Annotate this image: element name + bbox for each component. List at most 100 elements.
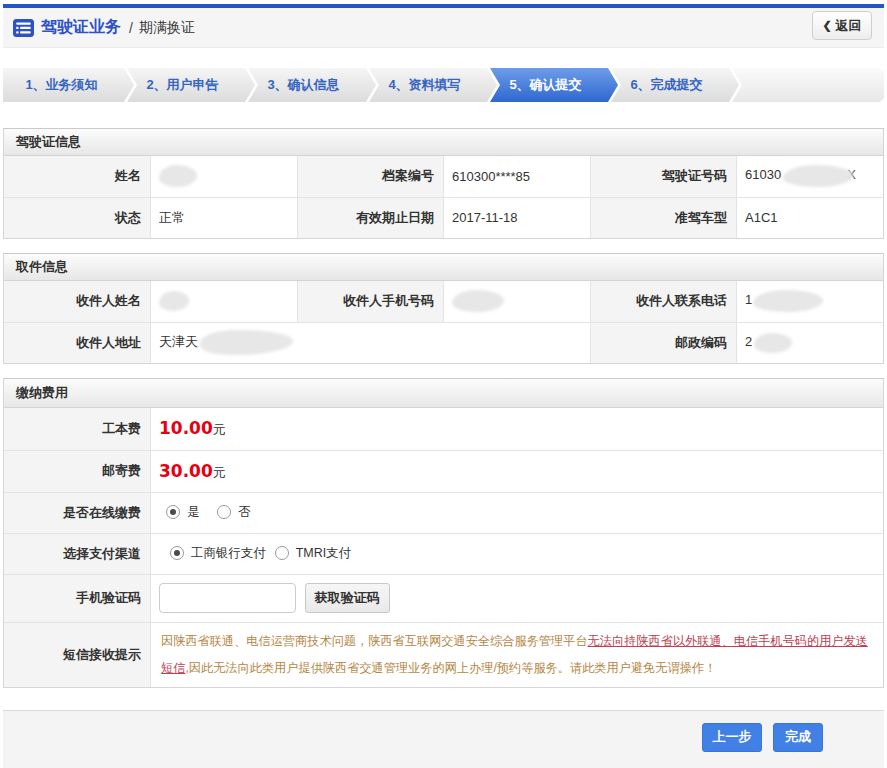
field-value-recipient-name [151,281,298,322]
field-label-sms-notice: 短信接收提示 [4,622,151,687]
field-label-sms-code: 手机验证码 [4,574,151,622]
license-info-section: 驾驶证信息 姓名 档案编号 610300****85 驾驶证号码 61030X … [3,128,884,239]
step-2-declaration[interactable]: 2、用户申告 [124,68,255,102]
field-value-name [151,156,298,197]
field-value-recipient-address: 天津天 [151,322,591,363]
radio-online-payment-no[interactable] [217,505,231,519]
step-5-confirm-submit[interactable]: 5、确认提交 [487,68,618,102]
mail-fee-amount: 30.00 [159,461,213,481]
radio-label-tmri[interactable]: TMRI支付 [296,546,352,560]
section-title-license: 驾驶证信息 [4,129,883,156]
license-list-icon [13,19,34,37]
work-fee-amount: 10.00 [159,418,213,438]
field-value-postal-code: 2 [737,322,884,363]
sms-code-cell: 获取验证码 [151,574,884,622]
payment-table: 工本费 10.00元 邮寄费 30.00元 是否在线缴费 是 否 选择支付渠道 … [4,408,883,687]
table-row: 选择支付渠道 工商银行支付 TMRI支付 [4,533,883,574]
field-value-recipient-phone: 1 [737,281,884,322]
mail-fee-unit: 元 [213,465,226,480]
step-label: 4、资料填写 [388,76,460,94]
redacted-recipient-phone [753,290,823,312]
field-label-mail-fee: 邮寄费 [4,450,151,492]
step-4-fill-data[interactable]: 4、资料填写 [366,68,497,102]
radio-label-no[interactable]: 否 [238,505,251,519]
step-label: 5、确认提交 [509,76,581,94]
table-row: 邮寄费 30.00元 [4,450,883,492]
table-row: 工本费 10.00元 [4,408,883,450]
radio-online-payment-yes[interactable] [166,505,180,519]
field-label-file-no: 档案编号 [297,156,444,197]
field-label-expiry: 有效期止日期 [297,197,444,238]
back-button-label: 返回 [836,17,862,35]
radio-label-yes[interactable]: 是 [187,505,200,519]
field-label-status: 状态 [4,197,151,238]
footer-bar: 上一步 完成 [3,710,884,768]
notice-text-after: ,因此无法向此类用户提供陕西省交通管理业务的网上办理/预约等服务。请此类用户避免… [185,661,716,675]
page-subtitle: 期满换证 [139,19,195,37]
field-label-work-fee: 工本费 [4,408,151,450]
payment-channel-options: 工商银行支付 TMRI支付 [151,533,884,574]
step-label: 1、业务须知 [25,76,97,94]
license-info-table: 姓名 档案编号 610300****85 驾驶证号码 61030X 状态 正常 … [4,156,883,238]
step-3-confirm-info[interactable]: 3、确认信息 [245,68,376,102]
field-value-status: 正常 [151,197,298,238]
field-value-file-no: 610300****85 [444,156,591,197]
recipient-phone-prefix: 1 [745,293,752,308]
license-no-prefix: 61030 [745,168,781,183]
step-wizard: 1、业务须知 2、用户申告 3、确认信息 4、资料填写 5、确认提交 6、完成提… [3,68,884,102]
field-label-recipient-address: 收件人地址 [4,322,151,363]
field-value-work-fee: 10.00元 [151,408,884,450]
redacted-name-value [159,165,197,187]
step-label: 2、用户申告 [146,76,218,94]
field-label-recipient-mobile: 收件人手机号码 [297,281,444,322]
field-value-expiry: 2017-11-18 [444,197,591,238]
field-label-vehicle-class: 准驾车型 [590,197,737,238]
field-label-license-no: 驾驶证号码 [590,156,737,197]
field-label-recipient-name: 收件人姓名 [4,281,151,322]
payment-section: 缴纳费用 工本费 10.00元 邮寄费 30.00元 是否在线缴费 是 否 选择… [3,378,884,688]
field-value-license-no: 61030X [737,156,884,197]
postal-code-prefix: 2 [745,334,752,349]
redacted-recipient-name [159,291,189,311]
redacted-recipient-address [200,330,293,355]
table-row: 姓名 档案编号 610300****85 驾驶证号码 61030X [4,156,883,197]
redacted-recipient-mobile [452,290,504,312]
field-label-recipient-phone: 收件人联系电话 [590,281,737,322]
redacted-license-no [783,165,853,187]
step-6-complete[interactable]: 6、完成提交 [608,68,739,102]
work-fee-unit: 元 [213,422,226,437]
step-bar-filler [729,68,884,102]
page-frame: 驾驶证业务 / 期满换证 ❮ 返回 1、业务须知 2、用户申告 3、确认信息 4… [3,4,884,768]
back-button[interactable]: ❮ 返回 [812,11,872,40]
section-title-delivery: 取件信息 [4,254,883,281]
field-value-mail-fee: 30.00元 [151,450,884,492]
finish-button[interactable]: 完成 [773,723,823,752]
delivery-info-table: 收件人姓名 收件人手机号码 收件人联系电话 1 收件人地址 天津天 邮政编码 2 [4,281,883,363]
field-value-vehicle-class: A1C1 [737,197,884,238]
table-row: 是否在线缴费 是 否 [4,492,883,533]
field-value-recipient-mobile [444,281,591,322]
section-title-payment: 缴纳费用 [4,379,883,408]
table-row: 状态 正常 有效期止日期 2017-11-18 准驾车型 A1C1 [4,197,883,238]
page-header: 驾驶证业务 / 期满换证 ❮ 返回 [3,8,884,48]
page-title: 驾驶证业务 [41,17,121,38]
field-label-online-payment: 是否在线缴费 [4,492,151,533]
previous-step-button[interactable]: 上一步 [702,723,762,752]
field-label-name: 姓名 [4,156,151,197]
breadcrumb-separator: / [129,20,133,36]
delivery-info-section: 取件信息 收件人姓名 收件人手机号码 收件人联系电话 1 收件人地址 天津天 邮… [3,253,884,364]
table-row: 收件人姓名 收件人手机号码 收件人联系电话 1 [4,281,883,322]
radio-channel-icbc[interactable] [170,546,184,560]
table-row: 短信接收提示 因陕西省联通、电信运营商技术问题，陕西省互联网交通安全综合服务管理… [4,622,883,687]
field-label-payment-channel: 选择支付渠道 [4,533,151,574]
step-label: 3、确认信息 [267,76,339,94]
radio-channel-tmri[interactable] [275,546,289,560]
field-label-postal-code: 邮政编码 [590,322,737,363]
step-1-notice[interactable]: 1、业务须知 [3,68,134,102]
redacted-postal-code [754,333,792,353]
sms-code-input[interactable] [159,583,296,613]
sms-notice-text: 因陕西省联通、电信运营商技术问题，陕西省互联网交通安全综合服务管理平台无法向持陕… [151,622,884,687]
recipient-address-prefix: 天津天 [159,334,198,349]
get-sms-code-button[interactable]: 获取验证码 [305,583,390,613]
radio-label-icbc[interactable]: 工商银行支付 [191,546,266,560]
